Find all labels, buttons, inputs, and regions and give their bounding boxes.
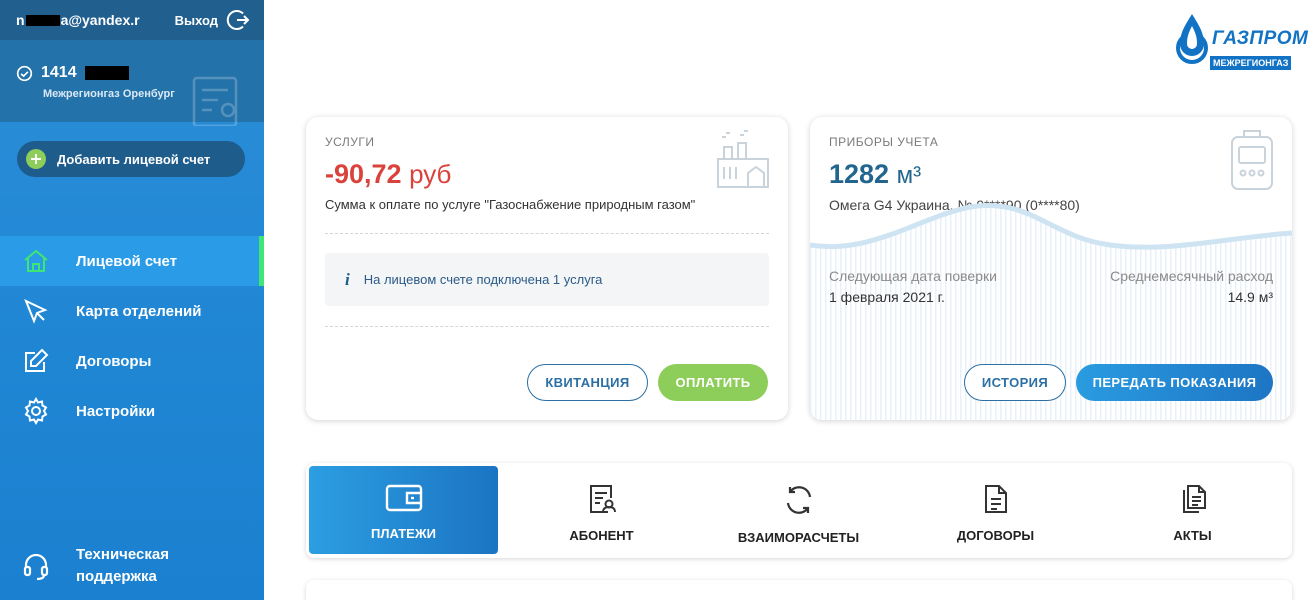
logout-label: Выход [174,12,218,28]
tab-acts[interactable]: АКТЫ [1098,466,1287,554]
info-text: На лицевом счете подключена 1 услуга [363,272,603,287]
account-block[interactable]: 1414 Межрегионгаз Оренбург [0,40,264,126]
avg-consumption-value: 14.9 м³ [1227,289,1273,305]
redacted-block [25,14,60,26]
sidebar-header: n a@yandex.r Выход [0,0,264,40]
sidebar-nav: Лицевой счет Карта отделений Договоры На… [0,236,264,436]
add-account-label: Добавить лицевой счет [57,151,211,167]
email-start: n [16,12,25,28]
sidebar-item-label: Настройки [76,402,156,420]
meter-unit: м³ [896,162,922,189]
info-notice: i На лицевом счете подключена 1 услуга [325,253,769,306]
sidebar-item-account[interactable]: Лицевой счет [0,236,264,286]
map-pin-icon [24,299,48,324]
tab-label: АБОНЕНТ [569,528,634,543]
support-link[interactable]: Техническая поддержка [22,544,169,588]
amount-currency: руб [409,159,452,189]
subscriber-icon [589,485,616,513]
sidebar-item-settings[interactable]: Настройки [0,386,264,436]
meter-value: 1282 [829,159,890,189]
sidebar-item-label: Карта отделений [76,302,202,320]
meters-card: ПРИБОРЫ УЧЕТА 1282 м³ Омега G4 Украина, … [810,117,1292,420]
headset-icon [23,553,49,581]
sidebar-item-label: Договоры [76,352,152,370]
meter-reading: 1282 м³ [829,159,921,190]
history-button[interactable]: ИСТОРИЯ [964,364,1066,401]
services-card: УСЛУГИ -90,72 руб Сумма к оплате по услу… [306,117,788,420]
factory-icon [717,130,769,188]
tab-contracts[interactable]: ДОГОВОРЫ [901,466,1090,554]
add-account-button[interactable]: Добавить лицевой счет [17,141,245,177]
logo-subtitle: МЕЖРЕГИОНГАЗ [1210,56,1292,70]
sidebar-item-branches-map[interactable]: Карта отделений [0,286,264,336]
next-check-value: 1 февраля 2021 г. [829,289,945,305]
support-label-line1: Техническая [76,546,169,563]
account-number: 1414 [41,64,77,81]
tab-label: ДОГОВОРЫ [956,528,1035,543]
info-icon: i [345,269,350,289]
user-email: n a@yandex.r [16,12,140,28]
avg-consumption-label: Среднемесячный расход [1110,268,1273,284]
wallet-icon [385,484,422,512]
tab-label: ПЛАТЕЖИ [371,526,436,541]
gazprom-logo[interactable]: ГАЗПРОМ МЕЖРЕГИОНГАЗ [1172,12,1308,70]
amount-value: -90,72 [325,159,402,189]
tab-subscriber[interactable]: АБОНЕНТ [507,466,696,554]
flame-icon [1176,14,1208,64]
document-user-icon [192,76,238,126]
next-check-label: Следующая дата поверки [829,268,997,284]
gear-icon [24,397,48,425]
home-icon [24,249,48,272]
pay-button[interactable]: ОПЛАТИТЬ [658,364,768,401]
submit-readings-button[interactable]: ПЕРЕДАТЬ ПОКАЗАНИЯ [1076,364,1273,401]
logo-name: ГАЗПРОМ [1212,28,1308,49]
sidebar-item-label: Лицевой счет [76,252,178,270]
divider [325,233,769,234]
document-icon [984,485,1007,513]
section-tabs: ПЛАТЕЖИ АБОНЕНТ ВЗАИМОРАСЧЕТЫ ДОГОВОРЫ А… [306,463,1292,558]
tab-settlements[interactable]: ВЗАИМОРАСЧЕТЫ [704,466,893,554]
tab-payments[interactable]: ПЛАТЕЖИ [309,466,498,554]
divider [325,326,769,327]
services-label: УСЛУГИ [325,135,375,149]
amount-description: Сумма к оплате по услуге "Газоснабжение … [325,197,696,212]
refresh-icon [786,486,811,514]
edit-icon [25,348,49,372]
plus-circle-icon [26,149,46,169]
meters-label: ПРИБОРЫ УЧЕТА [829,135,939,149]
meter-device-icon [1231,130,1273,190]
sidebar-item-contracts[interactable]: Договоры [0,336,264,386]
check-circle-icon [16,65,33,81]
documents-icon [1182,485,1206,513]
email-end: a@yandex.r [60,12,140,28]
logout-button[interactable]: Выход [175,8,250,32]
logout-icon [226,10,250,30]
amount-due: -90,72 руб [325,159,451,190]
content-panel [306,580,1292,600]
sidebar: n a@yandex.r Выход 1414 Межрегионгаз Оре… [0,0,264,600]
redacted-block [84,66,129,80]
tab-label: ВЗАИМОРАСЧЕТЫ [737,530,860,545]
tab-label: АКТЫ [1173,528,1212,543]
receipt-button[interactable]: КВИТАНЦИЯ [527,364,648,401]
support-label-line2: поддержка [76,568,157,585]
